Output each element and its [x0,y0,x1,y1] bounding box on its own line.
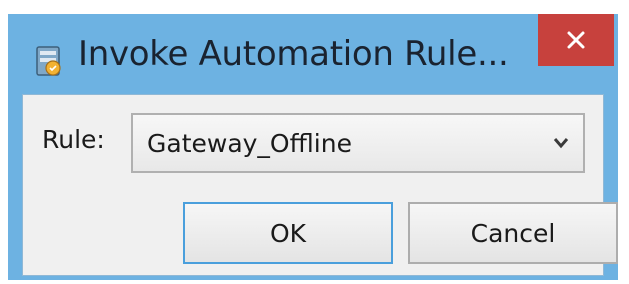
automation-rule-icon [36,44,62,78]
dialog-content: Rule: Gateway_Offline OK Cancel [22,94,618,276]
ok-button[interactable]: OK [183,202,393,264]
cancel-button[interactable]: Cancel [408,202,618,264]
dialog-window: Invoke Automation Rule... Rule: Gateway_… [8,14,618,280]
rule-dropdown[interactable]: Gateway_Offline [131,113,585,173]
rule-label: Rule: [42,125,105,154]
title-bar[interactable]: Invoke Automation Rule... [8,14,618,94]
close-button[interactable] [538,14,614,66]
close-icon [567,31,585,49]
rule-dropdown-value: Gateway_Offline [147,129,352,158]
window-title: Invoke Automation Rule... [78,34,509,74]
chevron-down-icon [553,138,569,149]
